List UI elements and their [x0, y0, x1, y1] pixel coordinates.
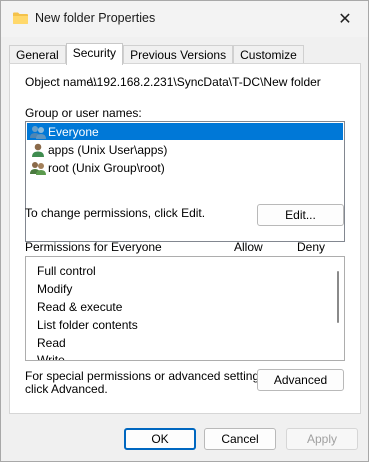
permission-row: Full control	[37, 264, 96, 278]
permissions-list[interactable]: Full control Modify Read & execute List …	[25, 256, 345, 361]
list-item-apps[interactable]: apps (Unix User\apps)	[27, 141, 343, 158]
tab-security[interactable]: Security	[65, 43, 124, 65]
window-title: New folder Properties	[35, 11, 156, 25]
permission-row: List folder contents	[37, 318, 138, 332]
deny-column-header: Deny	[297, 240, 326, 254]
tab-general[interactable]: General	[9, 45, 66, 64]
close-button[interactable]: ✕	[322, 1, 368, 37]
properties-window: New folder Properties ✕ General Security…	[0, 0, 369, 462]
user-icon	[32, 143, 44, 157]
ok-button[interactable]: OK	[124, 428, 196, 450]
change-permissions-text: To change permissions, click Edit.	[25, 206, 206, 220]
list-item-label: root (Unix Group\root)	[48, 160, 165, 175]
permission-row: Modify	[37, 282, 73, 296]
security-panel: Object name: \\192.168.2.231\SyncData\T-…	[9, 63, 361, 414]
permissions-scrollbar[interactable]	[337, 271, 339, 323]
permission-row: Write	[37, 353, 65, 361]
list-item-root[interactable]: root (Unix Group\root)	[27, 159, 343, 176]
object-name-value: \\192.168.2.231\SyncData\T-DC\New folder	[90, 75, 321, 89]
tab-customize[interactable]: Customize	[233, 45, 304, 64]
group-label: Group or user names:	[25, 106, 142, 120]
tab-strip: General Security Previous Versions Custo…	[9, 43, 304, 65]
permissions-label: Permissions for Everyone	[25, 240, 162, 254]
list-item-label: Everyone	[48, 124, 99, 139]
permission-row: Read	[37, 336, 66, 350]
group-icon	[30, 161, 46, 175]
list-item-label: apps (Unix User\apps)	[48, 142, 168, 157]
advanced-text-line-1: For special permissions or advanced sett…	[25, 369, 269, 383]
apply-button[interactable]: Apply	[286, 428, 358, 450]
tab-previous-versions[interactable]: Previous Versions	[123, 45, 234, 64]
advanced-button[interactable]: Advanced	[257, 369, 344, 391]
allow-column-header: Allow	[234, 240, 263, 254]
edit-button[interactable]: Edit...	[257, 204, 344, 226]
list-item-everyone[interactable]: Everyone	[27, 123, 343, 140]
cancel-button[interactable]: Cancel	[204, 428, 276, 450]
advanced-text-line-2: click Advanced.	[25, 382, 108, 396]
permission-row: Read & execute	[37, 300, 123, 314]
title-bar: New folder Properties ✕	[1, 1, 368, 37]
object-name-label: Object name:	[25, 75, 97, 89]
folder-icon	[13, 12, 28, 24]
close-icon: ✕	[338, 11, 352, 28]
group-icon	[30, 125, 46, 139]
